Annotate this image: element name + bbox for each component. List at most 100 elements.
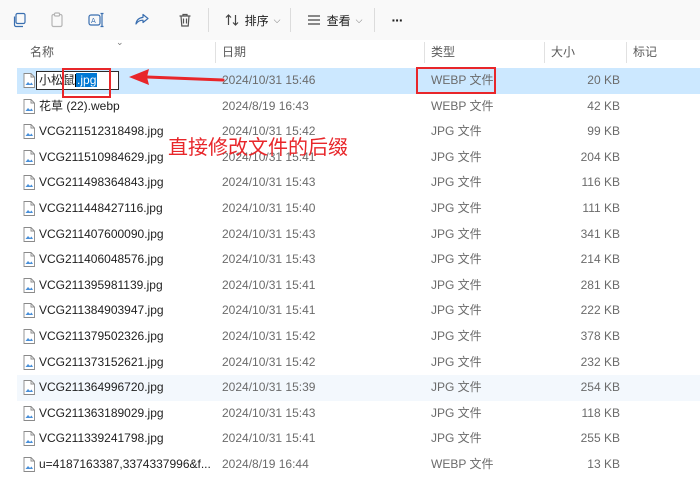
more-options-button[interactable]: ··· <box>385 8 409 32</box>
column-name[interactable]: 名称 <box>23 40 215 65</box>
share-icon <box>135 13 149 25</box>
file-row[interactable]: VCG211364996720.jpg 2024/10/31 15:39 JPG 文… <box>17 375 700 401</box>
file-date: 2024/10/31 15:43 <box>222 252 316 267</box>
file-row[interactable]: VCG211373152621.jpg 2024/10/31 15:42 JPG 文… <box>17 350 700 376</box>
file-row[interactable]: VCG211384903947.jpg 2024/10/31 15:41 JPG 文… <box>17 298 700 324</box>
copy-button[interactable] <box>8 8 32 32</box>
view-label: 查看 <box>326 13 351 28</box>
file-date: 2024/10/31 15:43 <box>222 175 316 190</box>
file-size: 99 KB <box>587 124 620 139</box>
file-date: 2024/10/31 15:41 <box>222 431 316 446</box>
more-icon: ··· <box>391 12 404 28</box>
file-name: VCG211373152621.jpg <box>39 354 164 369</box>
annotation-text: 直接修改文件的后缀 <box>168 135 348 159</box>
file-type: JPG 文件 <box>431 252 482 267</box>
file-row[interactable]: 花草 (22).webp 2024/8/19 16:43 WEBP 文件 42 KB <box>17 94 700 120</box>
image-file-icon <box>23 329 35 344</box>
image-file-icon <box>23 303 35 319</box>
column-date[interactable]: 日期 <box>215 40 424 65</box>
image-file-icon <box>23 149 35 165</box>
image-file-icon <box>23 201 35 216</box>
file-type: JPG 文件 <box>431 303 482 318</box>
file-row[interactable]: VCG211448427116.jpg 2024/10/31 15:40 JPG 文… <box>17 196 700 222</box>
toolbar-divider <box>374 8 375 32</box>
image-file-icon <box>23 354 35 370</box>
file-type: WEBP 文件 <box>431 73 494 87</box>
column-type[interactable]: 类型 <box>424 40 544 65</box>
file-date: 2024/10/31 15:39 <box>222 380 316 395</box>
column-size[interactable]: 大小 <box>544 40 626 65</box>
share-button[interactable] <box>130 8 154 32</box>
column-header: ⌄ 名称 日期 类型 大小 标记 <box>0 37 700 65</box>
file-row[interactable]: VCG211510984629.jpg 2024/10/31 15:41 JPG 文… <box>17 145 700 171</box>
file-type: JPG 文件 <box>431 277 482 292</box>
view-button[interactable]: 查看 ⌵ <box>302 8 366 32</box>
file-name: VCG211406048576.jpg <box>39 252 164 267</box>
file-size: 111 KB <box>582 201 620 215</box>
file-size: 20 KB <box>587 73 620 87</box>
file-row[interactable]: VCG211407600090.jpg 2024/10/31 15:43 JPG 文… <box>17 222 700 248</box>
file-size: 42 KB <box>587 98 620 113</box>
delete-button[interactable] <box>173 8 197 32</box>
file-type: WEBP 文件 <box>431 457 494 471</box>
image-file-icon <box>23 98 35 114</box>
file-date: 2024/10/31 15:43 <box>222 405 316 420</box>
image-file-icon <box>23 380 35 396</box>
file-type: JPG 文件 <box>431 329 482 343</box>
file-row[interactable]: VCG211406048576.jpg 2024/10/31 15:43 JPG 文… <box>17 247 700 273</box>
list-view-icon <box>307 15 320 25</box>
image-file-icon <box>23 226 35 242</box>
file-size: 204 KB <box>580 149 620 164</box>
file-row[interactable]: VCG211339241798.jpg 2024/10/31 15:41 JPG 文… <box>17 426 700 452</box>
file-size: 118 KB <box>581 405 620 420</box>
annotation-arrow-icon <box>129 69 225 85</box>
file-name: 花草 (22).webp <box>39 98 120 113</box>
file-name: VCG211379502326.jpg <box>39 329 164 343</box>
file-date: 2024/10/31 15:43 <box>222 226 316 241</box>
paste-icon <box>51 12 63 28</box>
image-file-icon <box>23 73 35 88</box>
file-type: JPG 文件 <box>431 431 482 446</box>
file-row[interactable]: VCG211395981139.jpg 2024/10/31 15:41 JPG 文… <box>17 273 700 299</box>
file-row[interactable]: VCG211512318498.jpg 2024/10/31 15:42 JPG 文… <box>17 119 700 145</box>
rename-input[interactable]: 小松鼠 .jpg <box>36 71 119 90</box>
file-type: JPG 文件 <box>431 201 482 215</box>
file-date: 2024/10/31 15:42 <box>222 354 316 369</box>
file-size: 378 KB <box>580 329 620 343</box>
file-date: 2024/10/31 15:46 <box>222 73 316 87</box>
rename-button[interactable]: A <box>85 8 109 32</box>
file-type: JPG 文件 <box>431 149 482 164</box>
file-row[interactable]: u=4187163387,3374337996&f... 2024/8/19 16… <box>17 452 700 478</box>
file-row[interactable]: VCG211379502326.jpg 2024/10/31 15:42 JPG 文… <box>17 324 700 350</box>
sort-button[interactable]: 排序 ⌵ <box>222 8 282 32</box>
file-size: 341 KB <box>580 226 620 241</box>
column-tag[interactable]: 标记 <box>626 40 700 65</box>
file-date: 2024/10/31 15:41 <box>222 277 316 292</box>
file-date: 2024/8/19 16:43 <box>222 98 309 113</box>
chevron-down-icon: ⌵ <box>273 14 281 25</box>
image-file-icon <box>23 431 35 447</box>
file-row[interactable]: 小松鼠 .jpg 2024/10/31 15:46 WEBP 文件 20 KB <box>17 68 700 94</box>
image-file-icon <box>23 277 35 293</box>
file-size: 255 KB <box>580 431 620 446</box>
image-file-icon <box>23 457 35 472</box>
command-bar: A 排序 ⌵ 查看 ⌵ ··· <box>0 0 700 40</box>
file-date: 2024/10/31 15:40 <box>222 201 316 215</box>
image-file-icon <box>23 405 35 421</box>
file-size: 13 KB <box>587 457 620 471</box>
sort-label: 排序 <box>244 13 269 28</box>
file-type: JPG 文件 <box>431 175 482 190</box>
image-file-icon <box>23 252 35 268</box>
rename-icon: A <box>88 12 104 28</box>
rename-input-prefix: 小松鼠 <box>39 73 76 87</box>
file-type: JPG 文件 <box>431 226 482 241</box>
file-row[interactable]: VCG211363189029.jpg 2024/10/31 15:43 JPG 文… <box>17 401 700 427</box>
file-name: u=4187163387,3374337996&f... <box>39 457 211 471</box>
paste-button[interactable] <box>45 8 69 32</box>
file-type: JPG 文件 <box>431 124 482 139</box>
file-name: VCG211395981139.jpg <box>39 277 163 292</box>
file-size: 254 KB <box>580 380 620 395</box>
file-name: VCG211498364843.jpg <box>39 175 164 190</box>
file-row[interactable]: VCG211498364843.jpg 2024/10/31 15:43 JPG 文… <box>17 170 700 196</box>
file-type: JPG 文件 <box>431 354 482 369</box>
